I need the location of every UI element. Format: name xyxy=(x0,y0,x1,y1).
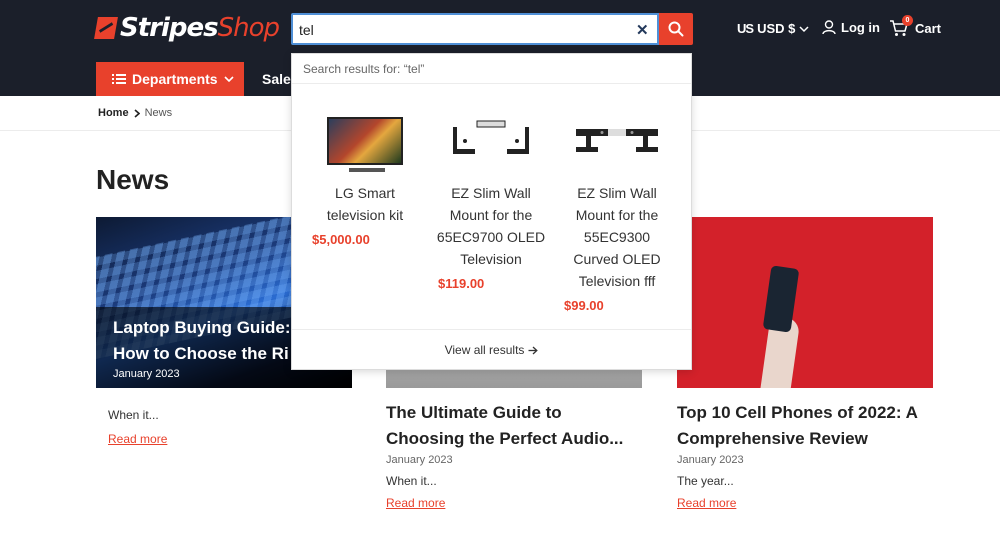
search-results-list: LG Smart television kit $5,000.00 EZ Sli… xyxy=(292,84,691,329)
article-card: Top 10 Cell Phones of 2022: A Comprehens… xyxy=(677,217,933,512)
product-price: $99.00 xyxy=(564,298,604,313)
logo-text-stripes: Stripes xyxy=(120,13,219,43)
chevron-down-icon xyxy=(799,25,809,32)
product-price: $119.00 xyxy=(438,276,485,291)
departments-label: Departments xyxy=(132,71,218,87)
search-field: ✕ xyxy=(291,13,659,45)
breadcrumb-current: News xyxy=(144,107,173,119)
article-excerpt: When it... xyxy=(386,474,437,488)
user-icon xyxy=(822,20,836,35)
search-input[interactable] xyxy=(299,20,619,40)
currency-selector[interactable]: US USD $ xyxy=(737,21,809,36)
read-more-link[interactable]: Read more xyxy=(677,496,736,510)
article-title-line: Top 10 Cell Phones of 2022: A xyxy=(677,403,918,422)
product-name-line: Curved OLED xyxy=(573,251,661,267)
search-button[interactable] xyxy=(659,13,693,45)
arrow-right-icon xyxy=(528,346,539,354)
search-icon xyxy=(668,21,684,37)
read-more-link[interactable]: Read more xyxy=(386,496,445,510)
search-results-header: Search results for: “tel” xyxy=(292,54,691,84)
product-name-line: Mount for the xyxy=(575,207,659,223)
nav-item-sale[interactable]: Sale xyxy=(262,71,291,87)
article-title-line: Comprehensive Review xyxy=(677,429,868,448)
cart-label: Cart xyxy=(915,20,942,36)
clear-search-icon[interactable]: ✕ xyxy=(636,21,649,39)
breadcrumb: Home News xyxy=(98,107,172,119)
article-image[interactable] xyxy=(677,217,933,388)
breadcrumb-home[interactable]: Home xyxy=(98,107,129,119)
article-excerpt: When it... xyxy=(108,408,159,422)
logo-mark-icon xyxy=(94,17,118,39)
search-results-dropdown: Search results for: “tel” LG Smart telev… xyxy=(291,53,692,370)
product-name-line: EZ Slim Wall xyxy=(451,185,531,201)
article-title-line: The Ultimate Guide to xyxy=(386,403,562,422)
page-title: News xyxy=(96,164,170,195)
cart-link[interactable]: 0 Cart xyxy=(889,15,942,38)
product-name-line: LG Smart xyxy=(335,185,395,201)
departments-button[interactable]: Departments xyxy=(96,62,244,96)
site-logo[interactable]: StripesShop xyxy=(94,12,280,44)
view-all-results-link[interactable]: View all results xyxy=(292,329,691,370)
product-name-line: 65EC9700 OLED xyxy=(436,229,546,245)
article-title[interactable]: The Ultimate Guide to Choosing the Perfe… xyxy=(386,400,642,452)
product-name-line: Television xyxy=(460,251,522,267)
search-result-item[interactable]: EZ Slim Wall Mount for the 55EC9300 Curv… xyxy=(552,84,682,313)
product-name: LG Smart television kit xyxy=(300,182,430,226)
currency-flag: US xyxy=(737,21,754,36)
view-all-label: View all results xyxy=(444,343,525,357)
list-icon xyxy=(112,74,126,84)
product-name-line: 55EC9300 xyxy=(583,229,651,245)
product-price: $5,000.00 xyxy=(312,232,370,247)
login-label: Log in xyxy=(841,20,880,35)
product-name: EZ Slim Wall Mount for the 55EC9300 Curv… xyxy=(552,182,682,292)
product-name-line: EZ Slim Wall xyxy=(577,185,657,201)
product-name-line: television kit xyxy=(326,207,404,223)
currency-label: USD $ xyxy=(757,21,796,36)
login-link[interactable]: Log in xyxy=(822,20,880,35)
product-thumbnail xyxy=(453,120,529,154)
product-name: EZ Slim Wall Mount for the 65EC9700 OLED… xyxy=(426,182,556,270)
chevron-right-icon xyxy=(134,108,140,118)
logo-text-shop: Shop xyxy=(217,13,280,43)
article-excerpt: The year... xyxy=(677,474,734,488)
product-name-line: Mount for the xyxy=(449,207,533,223)
product-name-line: Television fff xyxy=(578,273,656,289)
search-result-item[interactable]: LG Smart television kit $5,000.00 xyxy=(300,84,430,247)
product-thumbnail xyxy=(576,129,658,152)
cart-count-badge: 0 xyxy=(902,15,913,26)
article-title[interactable]: Top 10 Cell Phones of 2022: A Comprehens… xyxy=(677,400,933,452)
chevron-down-icon xyxy=(224,76,234,83)
article-date: January 2023 xyxy=(386,454,453,466)
read-more-link[interactable]: Read more xyxy=(108,432,167,446)
search-result-item[interactable]: EZ Slim Wall Mount for the 65EC9700 OLED… xyxy=(426,84,556,291)
article-title-line: Choosing the Perfect Audio... xyxy=(386,429,624,448)
article-date: January 2023 xyxy=(677,454,744,466)
product-thumbnail xyxy=(327,117,403,172)
